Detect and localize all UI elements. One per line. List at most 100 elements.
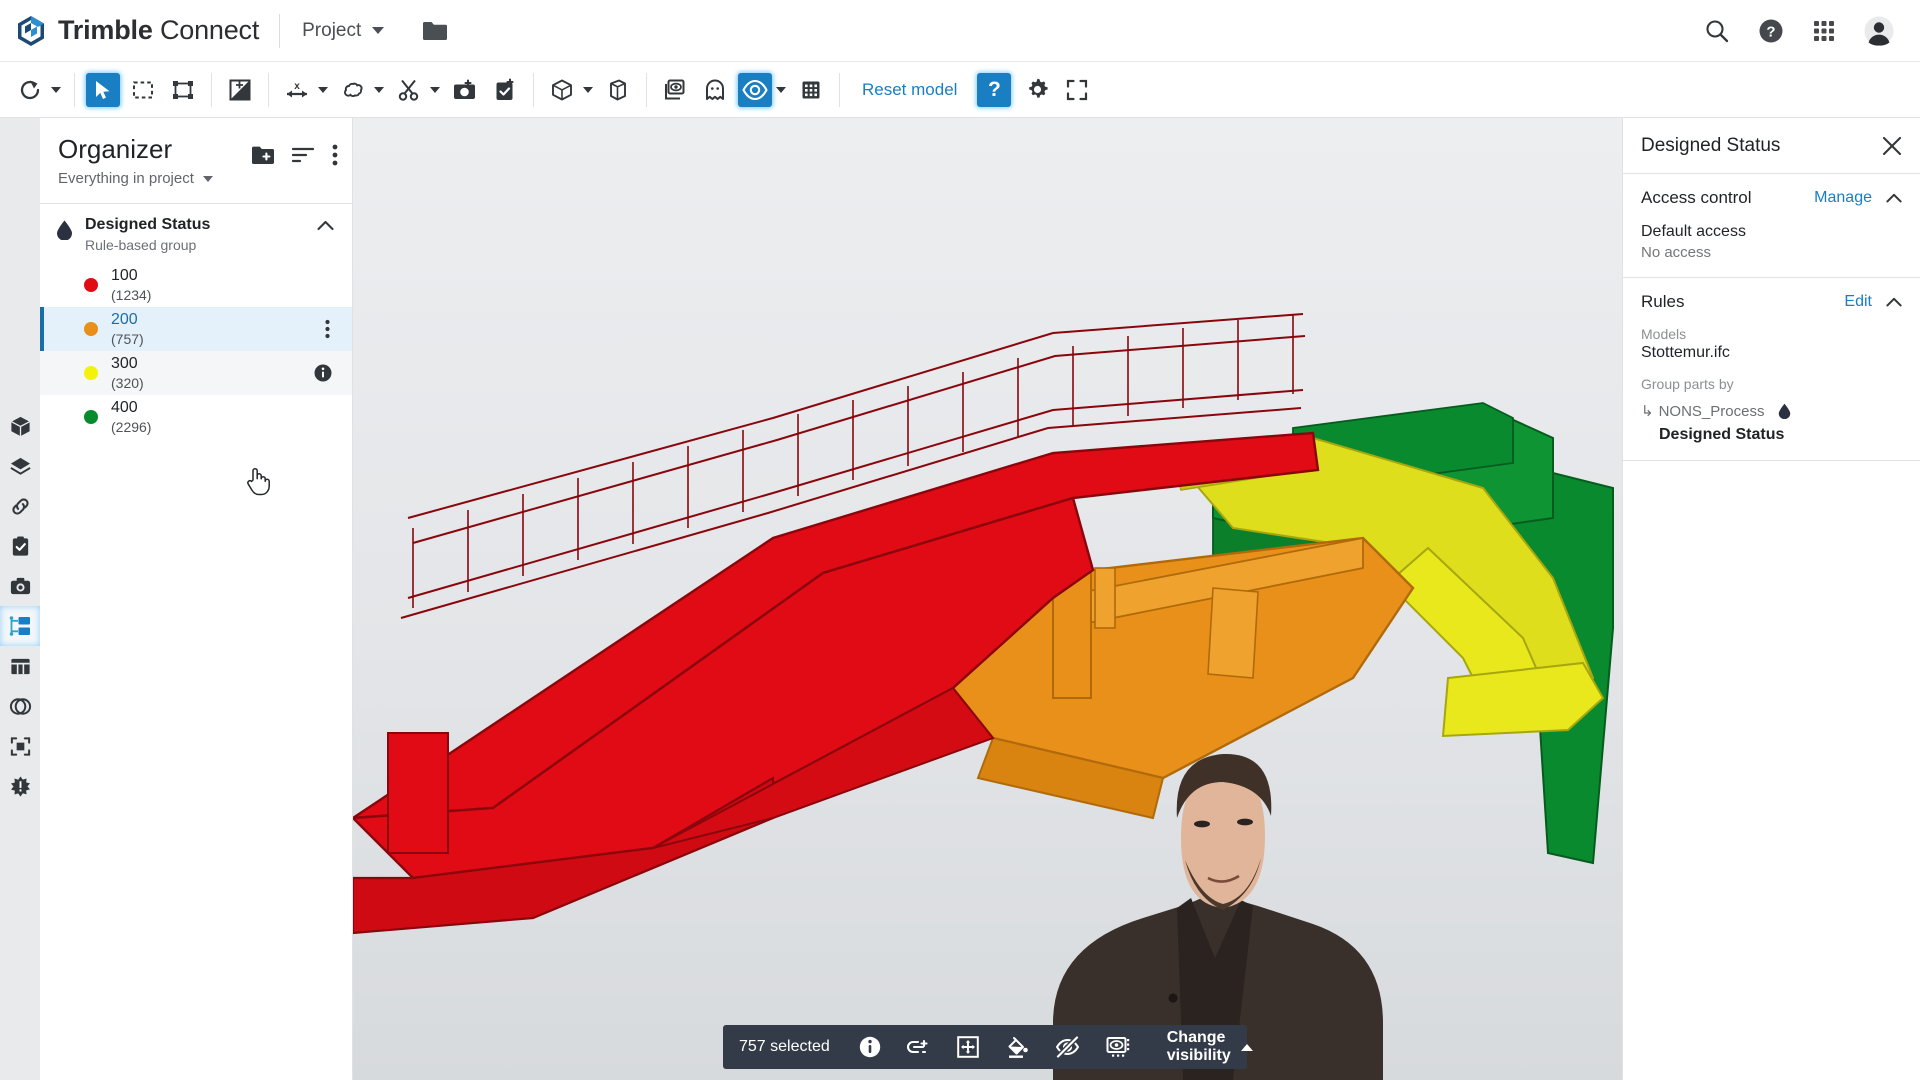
project-label: Project [302, 19, 362, 41]
links-icon[interactable] [0, 486, 40, 526]
contrast-adjust-icon[interactable] [223, 73, 257, 107]
fullscreen-icon[interactable] [1060, 73, 1094, 107]
select-pointer-icon[interactable] [86, 72, 120, 107]
help-circle-icon[interactable]: ? [1758, 18, 1784, 44]
view-cube-icon[interactable] [545, 73, 579, 107]
app-header: Trimble Connect Project ? [0, 0, 1920, 62]
ghost-transparency-icon[interactable] [698, 73, 732, 107]
toolbar-group-3d [542, 62, 638, 117]
orbit-icon[interactable] [13, 73, 47, 107]
close-icon[interactable] [1882, 136, 1902, 156]
clip-dropdown-caret[interactable] [430, 86, 440, 93]
default-access-label: Default access [1641, 223, 1746, 240]
orbit-dropdown-caret[interactable] [51, 86, 61, 93]
change-visibility-button[interactable]: Change visibility [1167, 1029, 1253, 1065]
toolbar-group-select [83, 62, 203, 117]
more-options-icon[interactable] [325, 319, 330, 339]
markup-cloud-icon[interactable] [336, 73, 370, 107]
visibility-eye-icon[interactable] [738, 72, 772, 107]
list-item[interactable]: 200 (757) [40, 307, 352, 351]
details-panel: Designed Status Access control Manage De… [1622, 118, 1920, 1080]
toolbar-group-display [220, 62, 260, 117]
main-toolbar: x Reset model ? [0, 62, 1920, 118]
more-options-icon[interactable] [332, 144, 338, 166]
measure-distance-icon[interactable]: x [280, 73, 314, 107]
zoom-to-selection-icon[interactable] [956, 1036, 979, 1058]
clip-scissors-icon[interactable] [392, 73, 426, 107]
chevron-down-icon [372, 27, 385, 34]
section-box-icon[interactable] [601, 73, 635, 107]
list-item-label: 400 [111, 399, 138, 417]
extensions-icon[interactable] [0, 766, 40, 806]
access-control-header: Access control Manage [1641, 188, 1902, 208]
grid-icon[interactable] [794, 73, 828, 107]
header-actions: ? [1704, 16, 1894, 46]
layers-eye-icon[interactable] [658, 73, 692, 107]
isolate-icon[interactable] [1106, 1036, 1130, 1058]
toolbar-separator [74, 72, 75, 107]
sort-icon[interactable] [292, 146, 314, 164]
edit-rules-link[interactable]: Edit [1844, 293, 1872, 311]
clash-icon[interactable] [0, 686, 40, 726]
status-color-dot [84, 322, 98, 336]
rule-property-name: NONS_Process [1658, 402, 1765, 420]
todo-clipboard-icon[interactable] [0, 526, 40, 566]
list-item[interactable]: 400 (2296) [40, 395, 352, 439]
organizer-scope-selector[interactable]: Everything in project [58, 170, 334, 187]
view-cube-dropdown-caret[interactable] [583, 86, 593, 93]
chevron-down-icon [202, 175, 213, 182]
change-visibility-label: Change visibility [1166, 1029, 1231, 1064]
toolbar-group-visibility [655, 62, 831, 117]
chevron-up-icon[interactable] [1886, 193, 1902, 203]
organizer-scope-label: Everything in project [58, 170, 194, 187]
markup-dropdown-caret[interactable] [374, 86, 384, 93]
toolbar-separator [646, 72, 647, 107]
organizer-panel: Organizer Everything in project Designed… [40, 118, 353, 1080]
list-item-count: (1234) [111, 286, 152, 303]
group-droplet-icon [56, 220, 73, 240]
models-value: Stottemur.ifc [1641, 344, 1730, 361]
chevron-up-icon [1240, 1043, 1253, 1051]
selection-set-icon[interactable] [0, 726, 40, 766]
list-item[interactable]: 300 (320) [40, 351, 352, 395]
new-folder-icon[interactable] [252, 146, 274, 165]
link-add-icon[interactable] [906, 1037, 931, 1057]
snapshot-add-icon[interactable] [448, 73, 482, 107]
project-selector[interactable]: Project [302, 19, 385, 42]
list-item-count: (2296) [111, 418, 152, 435]
organizer-icon[interactable] [0, 606, 40, 646]
list-item[interactable]: 100 (1234) [40, 263, 352, 307]
folder-button[interactable] [422, 20, 448, 42]
chevron-up-icon[interactable] [317, 220, 334, 231]
model-viewport-3d[interactable] [353, 118, 1622, 1080]
views-camera-icon[interactable] [0, 566, 40, 606]
rectangle-select-icon[interactable] [126, 73, 160, 107]
user-avatar-icon[interactable] [1864, 16, 1894, 46]
selection-status-bar: 757 selected Change visibility [723, 1025, 1253, 1069]
layers-icon[interactable] [0, 446, 40, 486]
toolbar-help-button[interactable]: ? [977, 72, 1012, 107]
status-color-dot [84, 366, 98, 380]
chevron-up-icon[interactable] [1886, 297, 1902, 307]
list-item-label: 200 [111, 311, 138, 329]
models-cube-icon[interactable] [0, 406, 40, 446]
visibility-dropdown-caret[interactable] [776, 86, 786, 93]
apps-grid-icon[interactable] [1812, 19, 1836, 43]
paint-color-icon[interactable] [1005, 1035, 1029, 1059]
organizer-header: Organizer Everything in project [40, 118, 352, 195]
table-columns-icon[interactable] [0, 646, 40, 686]
info-icon[interactable] [859, 1036, 881, 1058]
brand-bold: Trimble [58, 15, 153, 45]
todo-add-icon[interactable] [488, 73, 522, 107]
settings-gear-icon[interactable] [1020, 73, 1054, 107]
manage-access-link[interactable]: Manage [1814, 189, 1872, 207]
organizer-group-header[interactable]: Designed Status Rule-based group [40, 204, 352, 263]
list-item-count: (757) [111, 330, 144, 347]
search-icon[interactable] [1704, 18, 1730, 44]
measure-dropdown-caret[interactable] [318, 86, 328, 93]
mouse-cursor-pointer [245, 466, 271, 496]
bounding-box-select-icon[interactable] [166, 73, 200, 107]
info-icon[interactable] [314, 364, 332, 382]
hide-eye-off-icon[interactable] [1055, 1036, 1080, 1058]
reset-model-button[interactable]: Reset model [862, 80, 957, 100]
